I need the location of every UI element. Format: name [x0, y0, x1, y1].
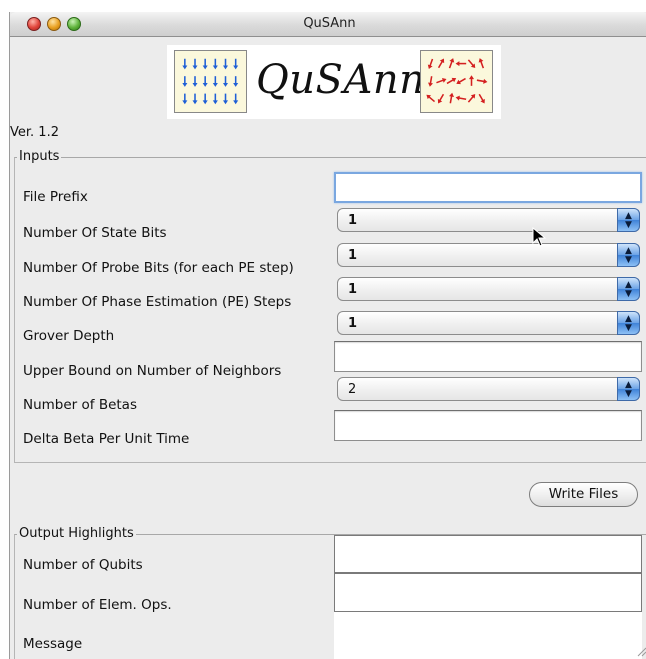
state-bits-select[interactable]: 1 ▲ ▼ — [337, 208, 640, 232]
grover-depth-label: Grover Depth — [23, 328, 115, 344]
neighbors-bound-field[interactable] — [334, 341, 642, 372]
inputs-group-title: Inputs — [17, 149, 62, 164]
number-of-betas-label: Number of Betas — [23, 397, 137, 413]
delta-beta-field[interactable] — [334, 410, 642, 441]
neighbors-bound-label: Upper Bound on Number of Neighbors — [23, 363, 282, 379]
state-bits-value: 1 — [348, 213, 358, 228]
resize-grip-icon[interactable] — [635, 645, 646, 657]
qubits-label: Number of Qubits — [23, 557, 143, 573]
grover-depth-select[interactable]: 1 ▲ ▼ — [337, 311, 640, 335]
file-prefix-field[interactable] — [334, 172, 642, 203]
random-spins-icon — [420, 50, 493, 113]
elem-ops-label: Number of Elem. Ops. — [23, 597, 172, 613]
select-arrows-icon[interactable]: ▲ ▼ — [617, 277, 640, 301]
version-label: Ver. 1.2 — [10, 125, 59, 140]
output-group-title: Output Highlights — [17, 526, 136, 541]
select-arrows-icon[interactable]: ▲ ▼ — [617, 243, 640, 267]
select-arrows-icon[interactable]: ▲ ▼ — [617, 311, 640, 335]
qubits-output — [334, 535, 642, 573]
pe-steps-value: 1 — [348, 282, 358, 297]
state-bits-label: Number Of State Bits — [23, 225, 167, 241]
app-banner: QuSAnn — [167, 45, 501, 119]
pe-steps-label: Number Of Phase Estimation (PE) Steps — [23, 294, 292, 310]
pe-steps-select[interactable]: 1 ▲ ▼ — [337, 277, 640, 301]
app-logo-text: QuSAnn — [256, 57, 426, 103]
number-of-betas-value: 2 — [348, 382, 357, 397]
mouse-pointer-icon — [532, 227, 547, 247]
select-arrows-icon[interactable]: ▲ ▼ — [617, 208, 640, 232]
write-files-button[interactable]: Write Files — [529, 482, 638, 507]
file-prefix-label: File Prefix — [23, 189, 88, 205]
elem-ops-output — [334, 573, 642, 612]
probe-bits-select[interactable]: 1 ▲ ▼ — [337, 243, 640, 267]
grover-depth-value: 1 — [348, 316, 358, 331]
probe-bits-value: 1 — [348, 248, 358, 263]
qusann-window: QuSAnn QuSAnn Ver. 1.2 Inputs File Prefi… — [9, 12, 646, 659]
aligned-spins-icon — [174, 50, 247, 113]
message-output — [334, 612, 642, 659]
title-bar[interactable]: QuSAnn — [10, 12, 646, 37]
select-arrows-icon[interactable]: ▲ ▼ — [617, 377, 640, 401]
delta-beta-label: Delta Beta Per Unit Time — [23, 431, 190, 447]
message-label: Message — [23, 636, 83, 652]
window-title: QuSAnn — [303, 16, 356, 31]
number-of-betas-select[interactable]: 2 ▲ ▼ — [337, 377, 640, 401]
probe-bits-label: Number Of Probe Bits (for each PE step) — [23, 260, 294, 276]
